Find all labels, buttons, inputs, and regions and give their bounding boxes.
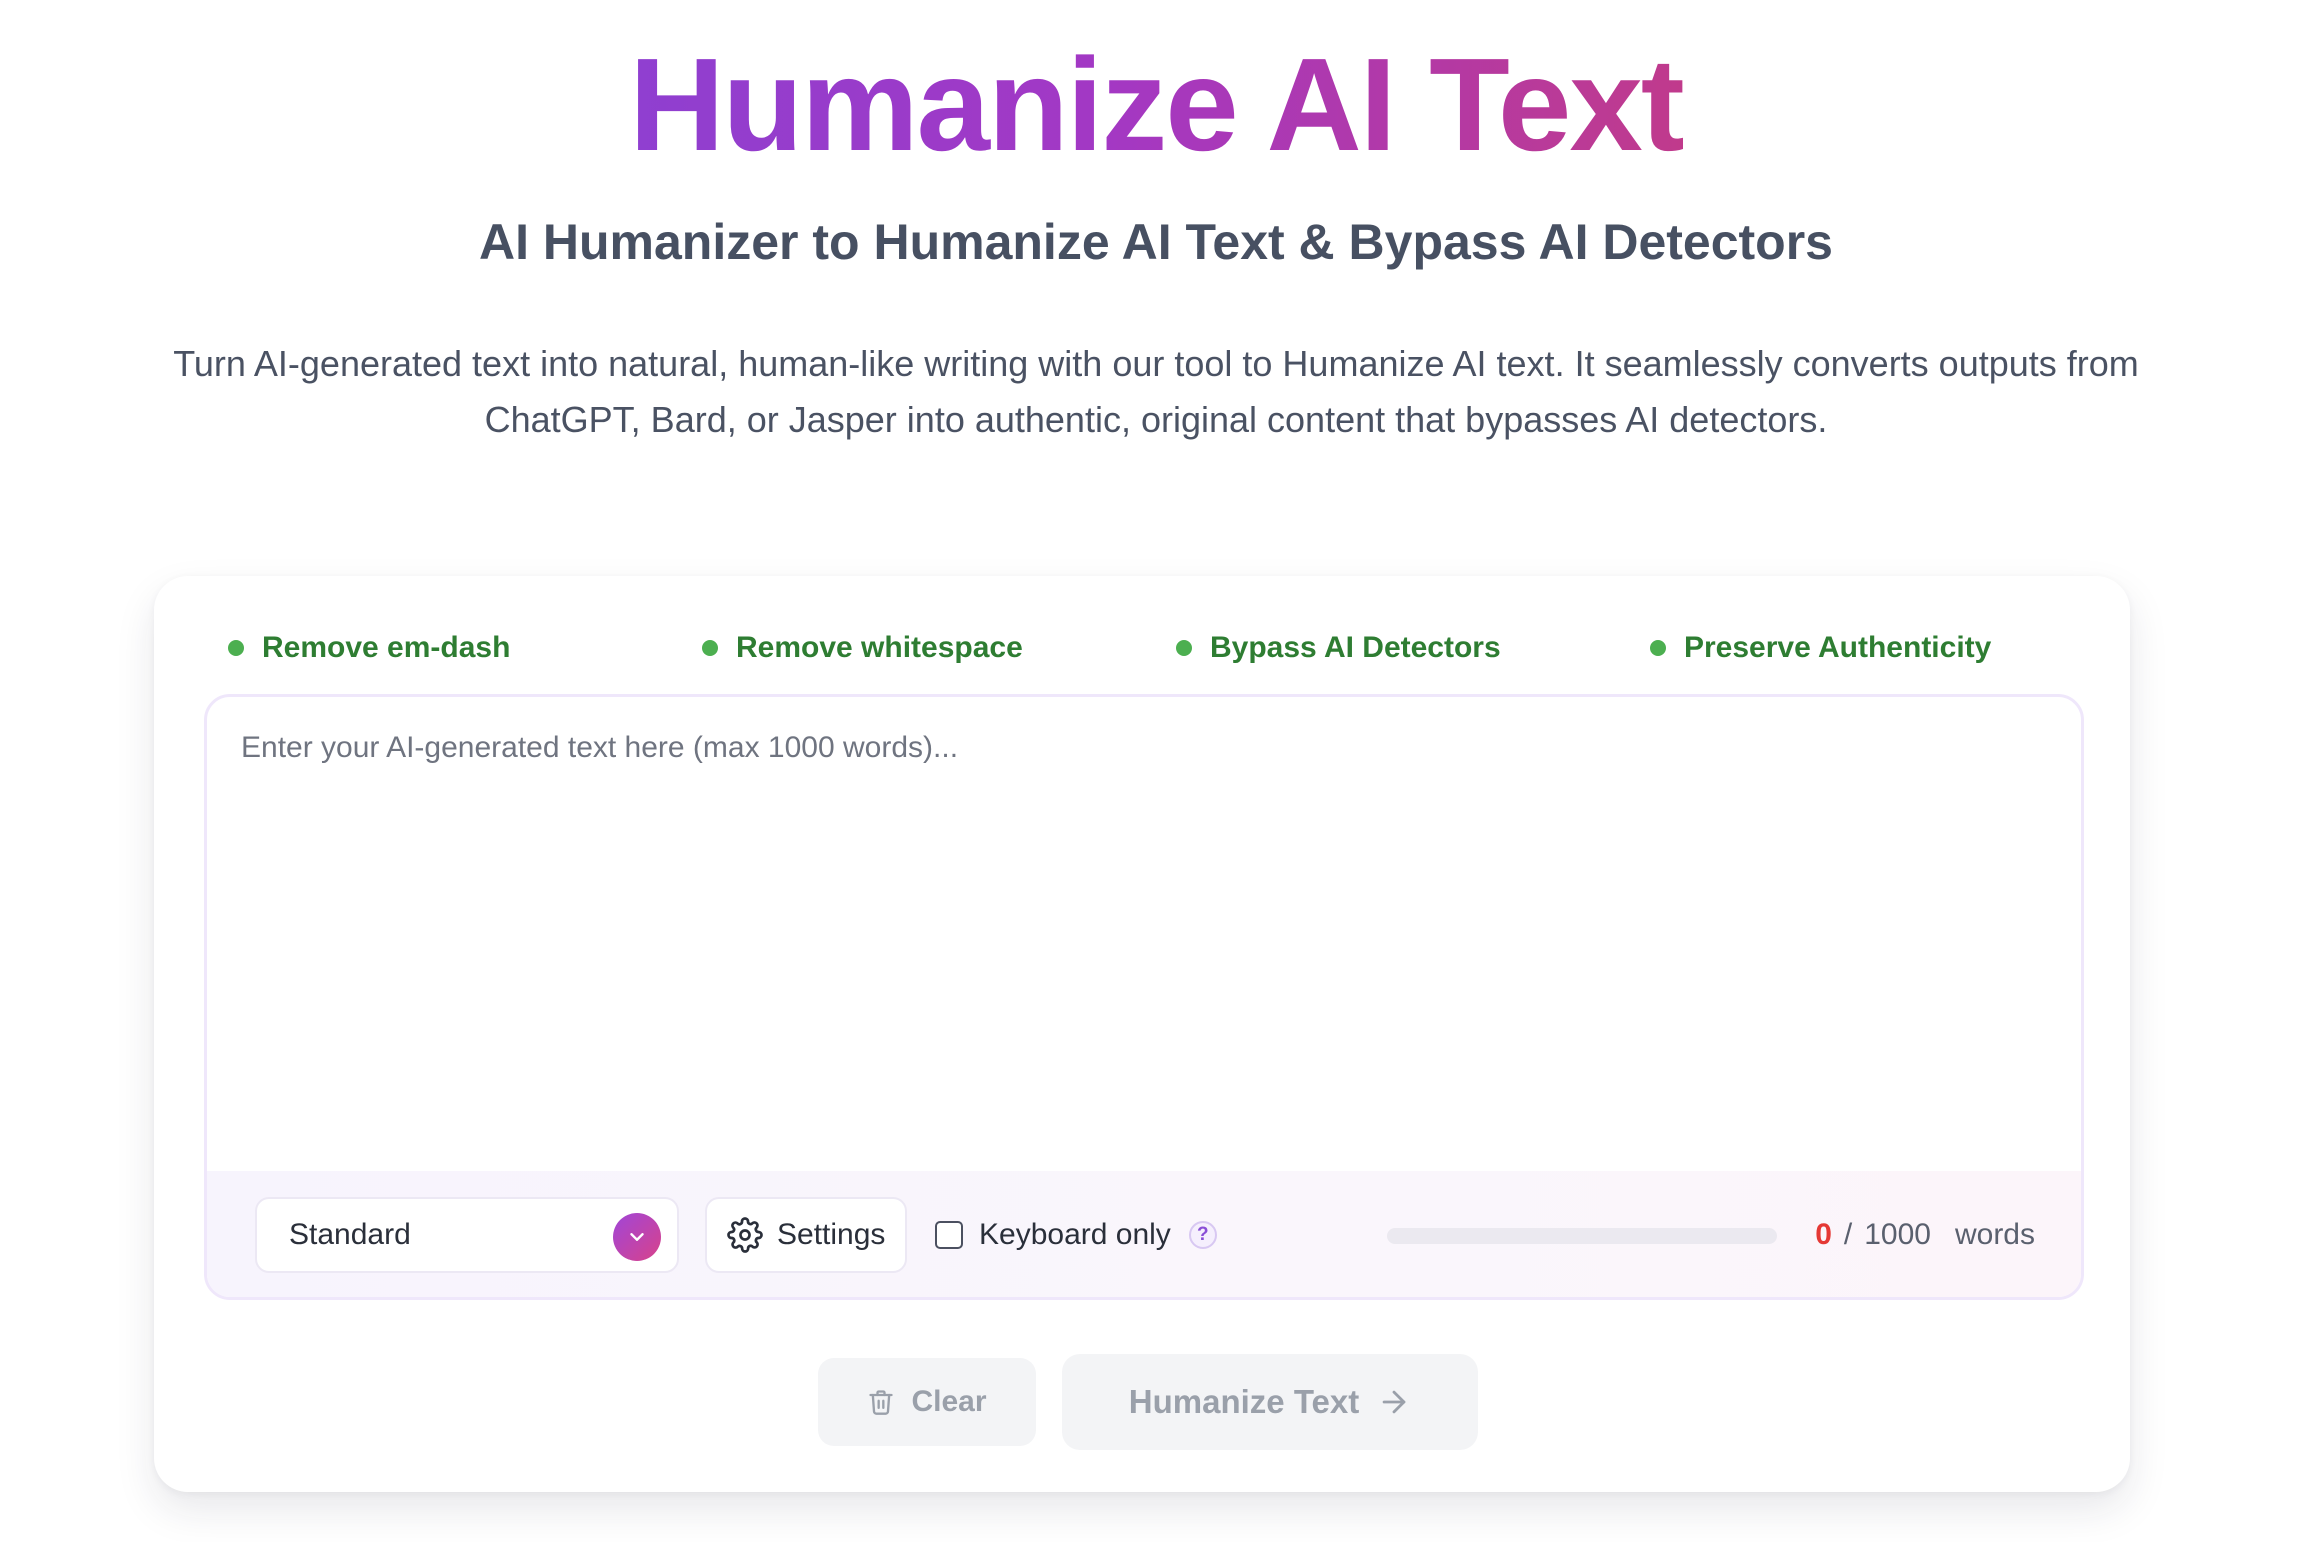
feature-label: Remove em-dash — [262, 631, 511, 664]
page-title: Humanize AI Text — [0, 30, 2312, 180]
word-count-progress — [1387, 1228, 1777, 1244]
feature-label: Remove whitespace — [736, 631, 1023, 664]
humanizer-card: Remove em-dash Remove whitespace Bypass … — [154, 576, 2130, 1492]
word-limit: 1000 — [1864, 1218, 1931, 1251]
arrow-right-icon — [1377, 1385, 1411, 1419]
editor-toolbar: Standard Settings Keyboard only ? 0 / 10… — [207, 1171, 2081, 1297]
word-counter: 0 / 1000 words — [1815, 1197, 2035, 1273]
feature-list: Remove em-dash Remove whitespace Bypass … — [228, 624, 2088, 672]
gear-icon — [727, 1217, 763, 1253]
ai-text-input[interactable] — [207, 697, 2081, 1173]
trash-icon — [867, 1388, 895, 1416]
keyboard-only-option: Keyboard only ? — [935, 1197, 1217, 1273]
mode-dropdown-value: Standard — [289, 1218, 411, 1251]
chevron-down-icon[interactable] — [613, 1213, 661, 1261]
word-count: 0 — [1815, 1218, 1832, 1251]
clear-button[interactable]: Clear — [818, 1358, 1036, 1446]
page: Humanize AI Text AI Humanizer to Humaniz… — [0, 0, 2312, 1542]
text-editor: Standard Settings — [204, 694, 2084, 1300]
page-title-text: Humanize AI Text — [629, 31, 1685, 178]
question-icon[interactable]: ? — [1188, 1221, 1217, 1249]
page-subtitle: AI Humanizer to Humanize AI Text & Bypas… — [478, 214, 1833, 270]
feature-dot-icon — [1650, 640, 1666, 656]
settings-button-label: Settings — [777, 1218, 886, 1251]
humanize-text-button-label: Humanize Text — [1128, 1383, 1360, 1420]
feature-item-preserve-authenticity: Preserve Authenticity — [1650, 624, 1991, 672]
feature-label: Bypass AI Detectors — [1210, 631, 1501, 664]
page-description: Turn AI-generated text into natural, hum… — [173, 343, 2139, 440]
mode-dropdown[interactable]: Standard — [255, 1197, 679, 1273]
clear-button-label: Clear — [911, 1385, 987, 1418]
feature-item-bypass-ai-detectors: Bypass AI Detectors — [1176, 624, 1501, 672]
settings-button[interactable]: Settings — [705, 1197, 907, 1273]
feature-item-remove-em-dash: Remove em-dash — [228, 624, 510, 672]
action-bar: Clear Humanize Text — [154, 1352, 2130, 1452]
feature-label: Preserve Authenticity — [1684, 631, 1992, 664]
feature-dot-icon — [702, 640, 718, 656]
feature-dot-icon — [228, 640, 244, 656]
feature-item-remove-whitespace: Remove whitespace — [702, 624, 1023, 672]
feature-dot-icon — [1176, 640, 1192, 656]
keyboard-only-checkbox[interactable] — [935, 1221, 963, 1249]
words-label: words — [1954, 1218, 2035, 1251]
humanize-text-button[interactable]: Humanize Text — [1062, 1354, 1478, 1450]
word-count-separator: / — [1843, 1218, 1853, 1251]
keyboard-only-label[interactable]: Keyboard only — [979, 1218, 1171, 1252]
